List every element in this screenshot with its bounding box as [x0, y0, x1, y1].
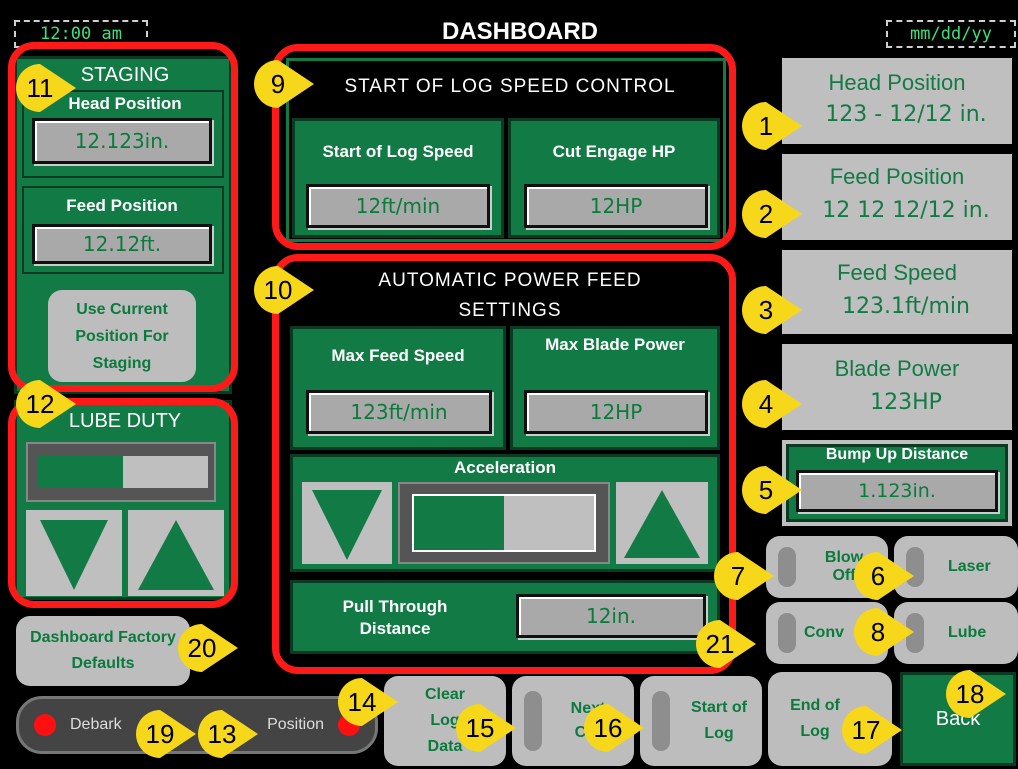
- callout-marker: 21: [694, 618, 758, 670]
- callout-number: 13: [207, 718, 237, 749]
- feed-position-title: Feed Position: [829, 164, 965, 189]
- callout-marker: 1: [740, 100, 804, 152]
- callout-number: 18: [955, 678, 985, 709]
- indicator-icon: [778, 547, 796, 587]
- callout-marker: 12: [14, 378, 78, 430]
- callout-marker: 6: [852, 550, 916, 602]
- callout-number: 8: [870, 616, 886, 647]
- callout-number: 9: [270, 68, 286, 99]
- head-position-title: Head Position: [828, 70, 966, 95]
- callout-number: 14: [347, 686, 377, 717]
- callout-marker: 20: [176, 622, 240, 674]
- date-display: mm/dd/yy: [886, 20, 1016, 48]
- lube-label: Lube: [948, 624, 987, 641]
- start-of-log-label: Start of Log: [691, 699, 747, 742]
- conveyor-label: Conv: [804, 624, 844, 641]
- callout-number: 1: [758, 110, 774, 141]
- start-of-log-button[interactable]: Start of Log: [640, 676, 762, 766]
- callout-marker: 16: [582, 702, 646, 754]
- head-position-value: 123 - 12/12 in.: [825, 102, 987, 127]
- callout-marker: 7: [712, 550, 776, 602]
- factory-defaults-button[interactable]: Dashboard Factory Defaults: [16, 616, 190, 686]
- blade-power-title: Blade Power: [834, 356, 960, 381]
- callout-marker: 11: [14, 62, 78, 114]
- callout-number: 6: [870, 560, 886, 591]
- callout-marker: 2: [740, 188, 804, 240]
- callout-number: 16: [593, 712, 623, 743]
- callout-marker: 15: [454, 702, 518, 754]
- callout-marker: 10: [252, 264, 316, 316]
- callout-marker: 13: [196, 708, 260, 760]
- feed-speed-value: 123.1ft/min: [842, 294, 970, 319]
- indicator-icon: [778, 613, 796, 653]
- indicator-icon: [524, 691, 542, 751]
- callout-number: 11: [26, 72, 54, 103]
- callout-number: 12: [25, 388, 55, 419]
- red-indicator-icon: [34, 714, 56, 736]
- callout-number: 21: [705, 628, 735, 659]
- callout-number: 15: [465, 712, 495, 743]
- callout-number: 19: [145, 718, 175, 749]
- callout-number: 10: [263, 274, 293, 305]
- callout-marker: 5: [740, 464, 804, 516]
- blade-power-value: 123HP: [870, 390, 942, 415]
- callout-number: 4: [758, 388, 774, 419]
- callout-number: 2: [758, 198, 774, 229]
- callout-number: 3: [758, 294, 774, 325]
- feed-speed-title: Feed Speed: [837, 260, 957, 285]
- callout-number: 7: [730, 560, 746, 591]
- callout-marker: 14: [336, 676, 400, 728]
- callout-marker: 4: [740, 378, 804, 430]
- callout-number: 20: [187, 632, 217, 663]
- debark-label: Debark: [70, 716, 122, 733]
- callout-marker: 8: [852, 606, 916, 658]
- highlight-apf: [272, 254, 736, 674]
- callout-marker: 17: [840, 704, 904, 756]
- callout-number: 17: [851, 714, 881, 745]
- callout-marker: 19: [134, 708, 198, 760]
- callout-number: 5: [758, 474, 774, 505]
- page-title: DASHBOARD: [442, 18, 598, 45]
- feed-position-value: 12 12 12/12 in.: [822, 198, 990, 223]
- callout-marker: 18: [944, 668, 1008, 720]
- highlight-start-log: [272, 44, 736, 250]
- laser-label: Laser: [948, 558, 991, 575]
- bump-up-title: Bump Up Distance: [825, 446, 969, 463]
- indicator-icon: [652, 691, 670, 751]
- bump-up-value[interactable]: 1.123in.: [796, 470, 998, 512]
- callout-marker: 9: [252, 58, 316, 110]
- callout-marker: 3: [740, 284, 804, 336]
- position-label: Position: [267, 716, 324, 733]
